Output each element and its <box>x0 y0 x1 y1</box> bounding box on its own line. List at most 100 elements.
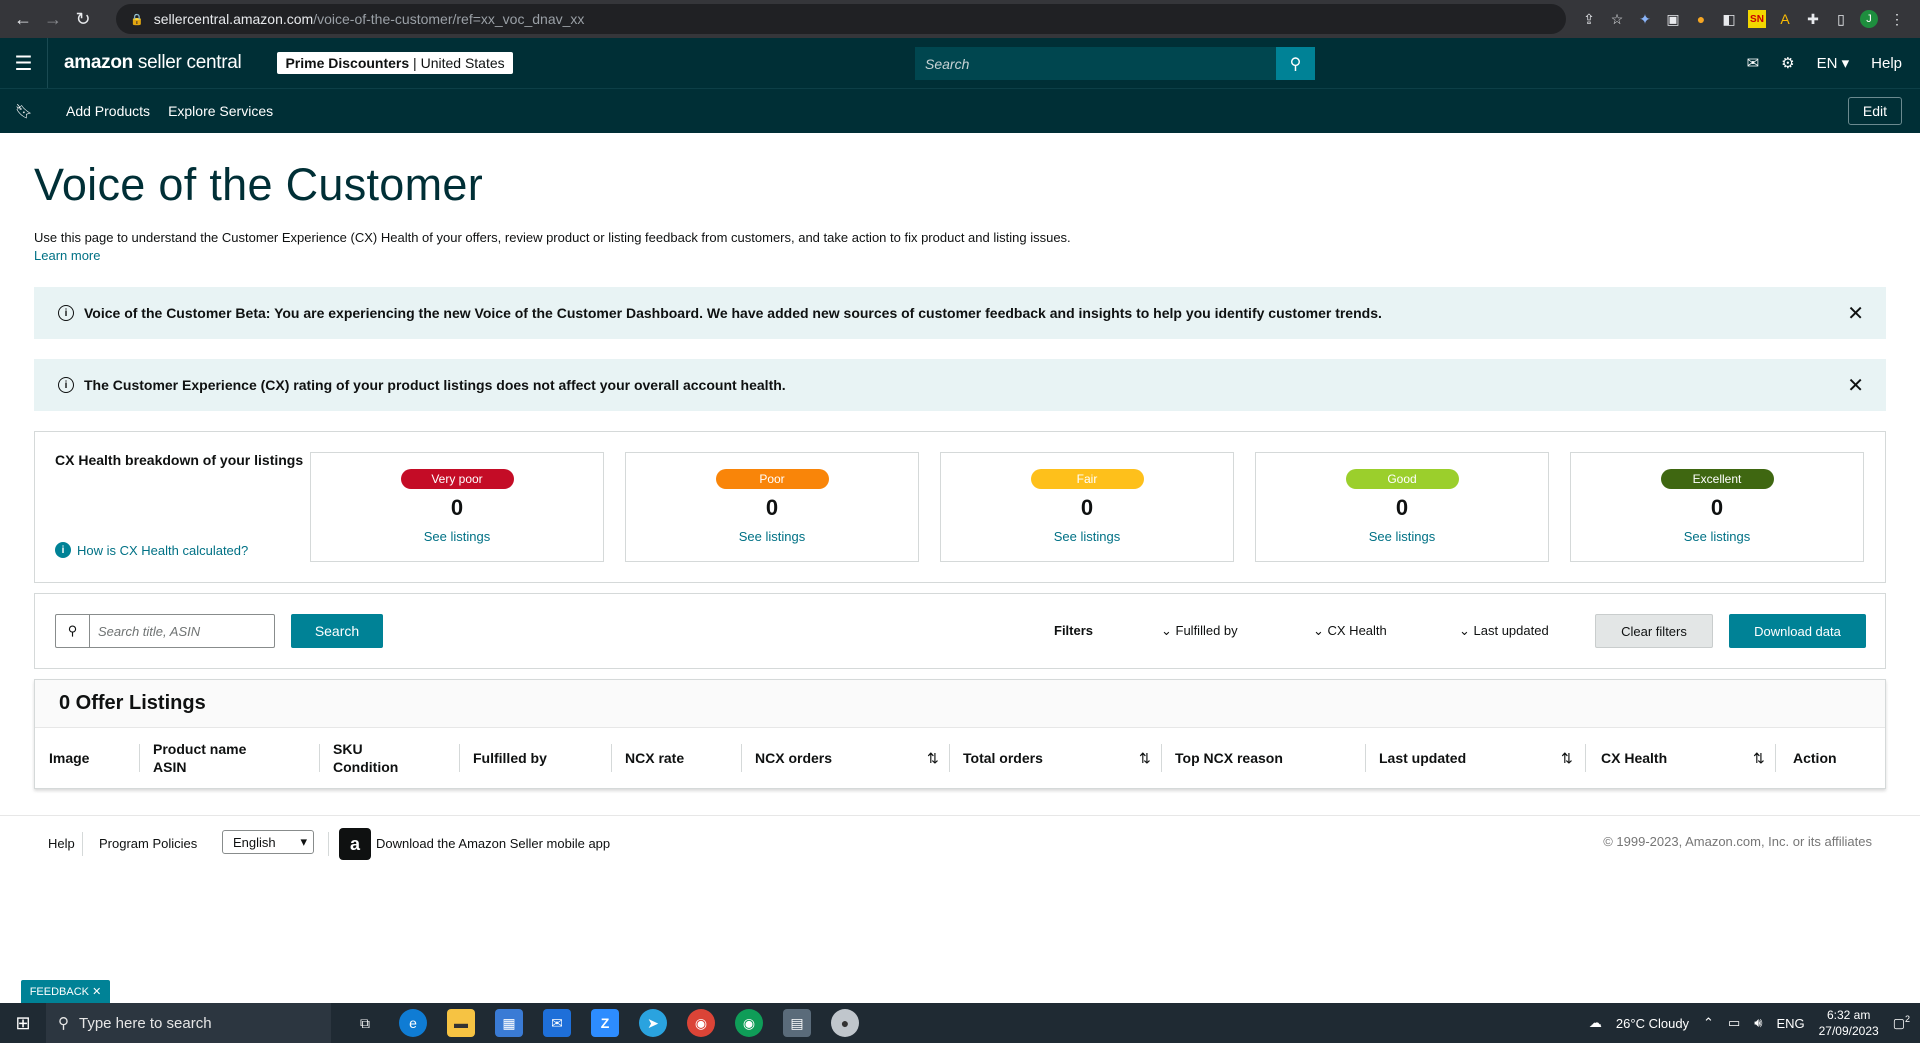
bookmark-icon[interactable]: 🔖︎ <box>0 103 48 120</box>
back-icon[interactable]: ← <box>8 4 38 34</box>
puzzle-icon[interactable]: ✚ <box>1804 10 1822 28</box>
menu-dots-icon[interactable]: ⋮ <box>1888 10 1906 28</box>
store-icon[interactable]: ▦ <box>495 1009 523 1037</box>
profile-avatar[interactable]: J <box>1860 10 1878 28</box>
language-selector[interactable]: EN ▾ <box>1817 54 1850 72</box>
language-label: EN <box>1816 55 1838 72</box>
download-app-link[interactable]: Download the Amazon Seller mobile app <box>376 836 610 851</box>
col-label: Last updated <box>1379 750 1467 766</box>
clear-filters-button[interactable]: Clear filters <box>1595 614 1713 648</box>
search-button[interactable]: Search <box>291 614 383 648</box>
gear-icon[interactable]: ⚙ <box>1781 54 1794 72</box>
col-label: NCX orders <box>755 750 833 766</box>
cx-count: 0 <box>1710 495 1724 520</box>
task-view-icon[interactable]: ⧉ <box>351 1009 379 1037</box>
cx-health-cards: Very poor 0 See listings Poor 0 See list… <box>310 452 1864 562</box>
mail-icon[interactable]: ✉ <box>543 1009 571 1037</box>
seller-central-logo[interactable]: amazon seller central <box>64 52 242 74</box>
col-label: CX Health <box>1601 750 1668 766</box>
cx-badge: Fair <box>1030 469 1144 489</box>
language-indicator[interactable]: ENG <box>1776 1016 1804 1031</box>
search-icon[interactable]: ⚲ <box>1276 47 1315 80</box>
chrome-icon[interactable]: ◉ <box>735 1009 763 1037</box>
extension-icon[interactable]: ● <box>1692 10 1710 28</box>
see-listings-link[interactable]: See listings <box>1571 529 1863 544</box>
extension-icon[interactable]: ◧ <box>1720 10 1738 28</box>
help-link[interactable]: Help <box>1871 55 1902 72</box>
cx-health-filter[interactable]: ⌄ CX Health <box>1313 623 1387 639</box>
learn-more-link[interactable]: Learn more <box>34 248 100 263</box>
url-path: /voice-of-the-customer/ref=xx_voc_dnav_x… <box>313 11 585 27</box>
share-icon[interactable]: ⇪ <box>1580 10 1598 28</box>
see-listings-link[interactable]: See listings <box>941 529 1233 544</box>
volume-icon[interactable]: 🔊︎ <box>1754 1015 1762 1031</box>
lock-icon: 🔒 <box>130 13 144 26</box>
col-action: Action <box>1793 728 1837 788</box>
footer-language-value: English <box>233 834 276 850</box>
nav-explore-services[interactable]: Explore Services <box>168 103 273 119</box>
forward-icon[interactable]: → <box>38 4 68 34</box>
column-divider <box>741 744 742 772</box>
close-icon[interactable]: ✕ <box>1847 301 1864 326</box>
account-switcher[interactable]: Prime Discounters | United States <box>277 52 513 74</box>
notification-count: 2 <box>1904 1014 1910 1025</box>
network-icon[interactable]: ▭ <box>1728 1015 1740 1031</box>
search-icon: ⚲ <box>58 1015 69 1032</box>
sort-icon[interactable]: ⇅ <box>1753 750 1765 767</box>
cx-health-help-link[interactable]: i How is CX Health calculated? <box>55 542 248 558</box>
column-divider <box>1775 744 1776 772</box>
extension-icon[interactable]: ▣ <box>1664 10 1682 28</box>
cx-health-label: CX Health <box>1327 623 1387 638</box>
address-bar[interactable]: 🔒 sellercentral.amazon.com /voice-of-the… <box>116 4 1566 34</box>
amazon-app-icon[interactable]: a <box>339 828 371 860</box>
calculator-icon[interactable]: ▤ <box>783 1009 811 1037</box>
see-listings-link[interactable]: See listings <box>626 529 918 544</box>
see-listings-link[interactable]: See listings <box>1256 529 1548 544</box>
windows-start-icon[interactable]: ⊞ <box>0 1003 46 1043</box>
sort-icon[interactable]: ⇅ <box>1139 750 1151 767</box>
extension-icon[interactable]: ✦ <box>1636 10 1654 28</box>
app-icon[interactable]: ● <box>831 1009 859 1037</box>
close-icon[interactable]: ✕ <box>92 985 101 998</box>
cx-badge: Poor <box>715 469 829 489</box>
footer-language-select[interactable]: English ▾ <box>222 830 314 854</box>
cx-card-excellent: Excellent 0 See listings <box>1570 452 1864 562</box>
telegram-icon[interactable]: ➤ <box>639 1009 667 1037</box>
footer-divider <box>328 832 329 856</box>
notifications-icon[interactable]: ▢2 <box>1893 1014 1910 1031</box>
header-search-input[interactable]: Search <box>915 47 1276 80</box>
last-updated-filter[interactable]: ⌄ Last updated <box>1459 623 1549 639</box>
sidebar-icon[interactable]: ▯ <box>1832 10 1850 28</box>
fulfilled-by-filter[interactable]: ⌄ Fulfilled by <box>1161 623 1238 639</box>
nav-add-products[interactable]: Add Products <box>66 103 150 119</box>
page-title: Voice of the Customer <box>34 159 484 210</box>
cx-count: 0 <box>1395 495 1409 520</box>
close-icon[interactable]: ✕ <box>1847 373 1864 398</box>
footer-program-policies-link[interactable]: Program Policies <box>99 836 197 851</box>
edge-icon[interactable]: e <box>399 1009 427 1037</box>
feedback-tab[interactable]: FEEDBACK ✕ <box>21 980 110 1003</box>
sort-icon[interactable]: ⇅ <box>927 750 939 767</box>
chrome-icon[interactable]: ◉ <box>687 1009 715 1037</box>
hamburger-menu-icon[interactable]: ☰ <box>0 38 48 88</box>
mail-icon[interactable]: ✉ <box>1747 54 1760 72</box>
file-explorer-icon[interactable]: ▬ <box>447 1009 475 1037</box>
col-ncx-orders: NCX orders <box>755 728 832 788</box>
star-icon[interactable]: ☆ <box>1608 10 1626 28</box>
clock[interactable]: 6:32 am 27/09/2023 <box>1819 1007 1879 1039</box>
chevron-up-icon[interactable]: ⌃ <box>1703 1015 1714 1031</box>
copyright: © 1999-2023, Amazon.com, Inc. or its aff… <box>1603 834 1872 849</box>
sort-icon[interactable]: ⇅ <box>1561 750 1573 767</box>
weather-text[interactable]: 26°C Cloudy <box>1616 1016 1689 1031</box>
zoom-icon[interactable]: Z <box>591 1009 619 1037</box>
footer-help-link[interactable]: Help <box>48 836 75 851</box>
edit-button[interactable]: Edit <box>1847 97 1902 125</box>
download-data-button[interactable]: Download data <box>1729 614 1866 648</box>
listing-search-input[interactable]: Search title, ASIN <box>90 615 200 647</box>
see-listings-link[interactable]: See listings <box>311 529 603 544</box>
extension-icon[interactable]: SN <box>1748 10 1766 28</box>
taskbar-search[interactable]: ⚲ Type here to search <box>46 1003 331 1043</box>
reload-icon[interactable]: ↻ <box>68 4 98 34</box>
extension-icon[interactable]: A <box>1776 10 1794 28</box>
cx-count: 0 <box>450 495 464 520</box>
